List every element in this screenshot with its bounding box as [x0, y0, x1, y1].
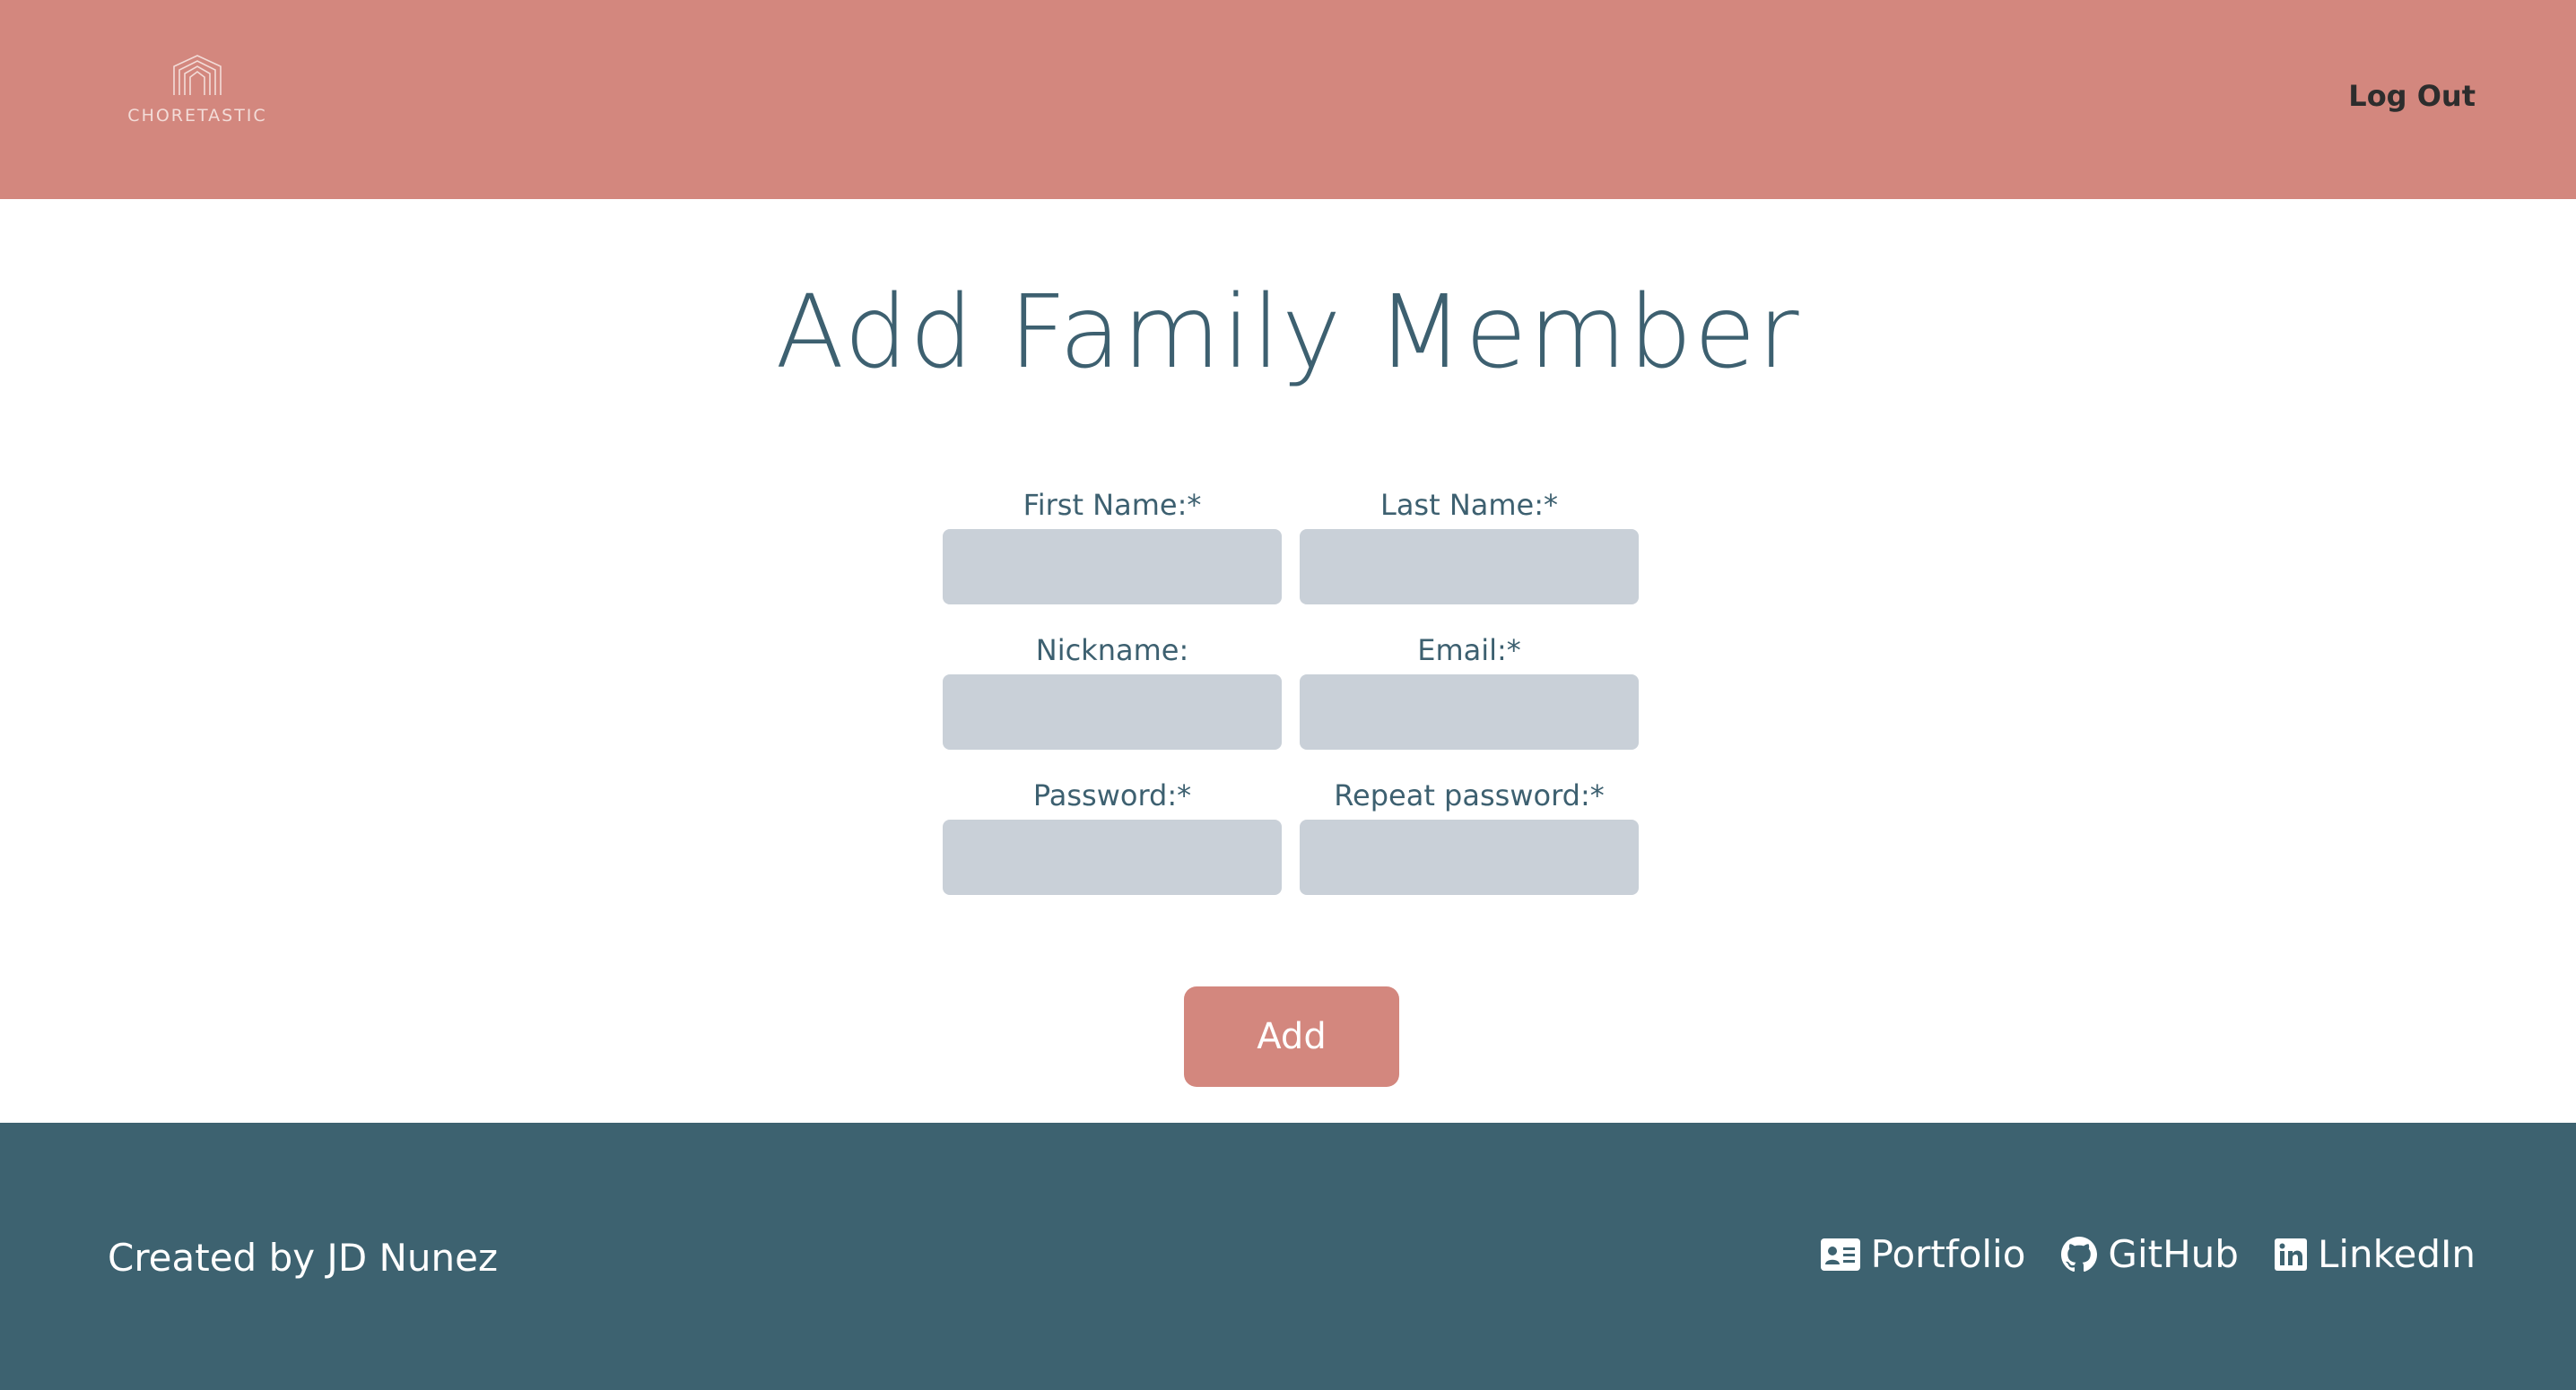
first-name-input[interactable]	[943, 529, 1282, 604]
password-input[interactable]	[943, 820, 1282, 895]
password-label: Password:*	[1032, 778, 1192, 812]
portfolio-label: Portfolio	[1870, 1232, 2026, 1276]
password-field: Password:*	[943, 777, 1282, 895]
linkedin-icon	[2274, 1238, 2307, 1271]
site-header: CHORETASTIC Log Out	[0, 0, 2576, 199]
last-name-field: Last Name:*	[1300, 486, 1639, 604]
logo-text: CHORETASTIC	[127, 106, 267, 126]
nickname-input[interactable]	[943, 674, 1282, 750]
first-name-label: First Name:*	[1023, 488, 1202, 522]
main-content: Add Family Member First Name:* Last Name…	[0, 199, 2576, 1123]
github-icon	[2061, 1236, 2098, 1272]
site-footer: Created by JD Nunez Portfolio GitHub Lin…	[0, 1123, 2576, 1390]
repeat-password-label: Repeat password:*	[1334, 778, 1605, 812]
add-button[interactable]: Add	[1184, 986, 1399, 1087]
credit-text: Created by JD Nunez	[108, 1236, 499, 1280]
nickname-field: Nickname:	[943, 631, 1282, 750]
linkedin-link[interactable]: LinkedIn	[2274, 1232, 2476, 1276]
email-input[interactable]	[1300, 674, 1639, 750]
id-card-icon	[1820, 1238, 1860, 1271]
github-link[interactable]: GitHub	[2061, 1232, 2239, 1276]
github-label: GitHub	[2108, 1232, 2239, 1276]
logo[interactable]: CHORETASTIC	[115, 54, 280, 135]
house-logo-icon	[173, 55, 222, 95]
nickname-label: Nickname:	[1035, 633, 1189, 667]
add-member-form: First Name:* Last Name:* Nickname: Email…	[943, 486, 1640, 895]
last-name-label: Last Name:*	[1379, 488, 1558, 522]
last-name-input[interactable]	[1300, 529, 1639, 604]
page-title: Add Family Member	[775, 274, 1801, 391]
first-name-field: First Name:*	[943, 486, 1282, 604]
portfolio-link[interactable]: Portfolio	[1820, 1232, 2026, 1276]
email-label: Email:*	[1417, 633, 1521, 667]
repeat-password-field: Repeat password:*	[1300, 777, 1639, 895]
footer-links: Portfolio GitHub LinkedIn	[1820, 1232, 2476, 1276]
linkedin-label: LinkedIn	[2317, 1232, 2476, 1276]
logout-link[interactable]: Log Out	[2348, 79, 2476, 113]
email-field: Email:*	[1300, 631, 1639, 750]
repeat-password-input[interactable]	[1300, 820, 1639, 895]
